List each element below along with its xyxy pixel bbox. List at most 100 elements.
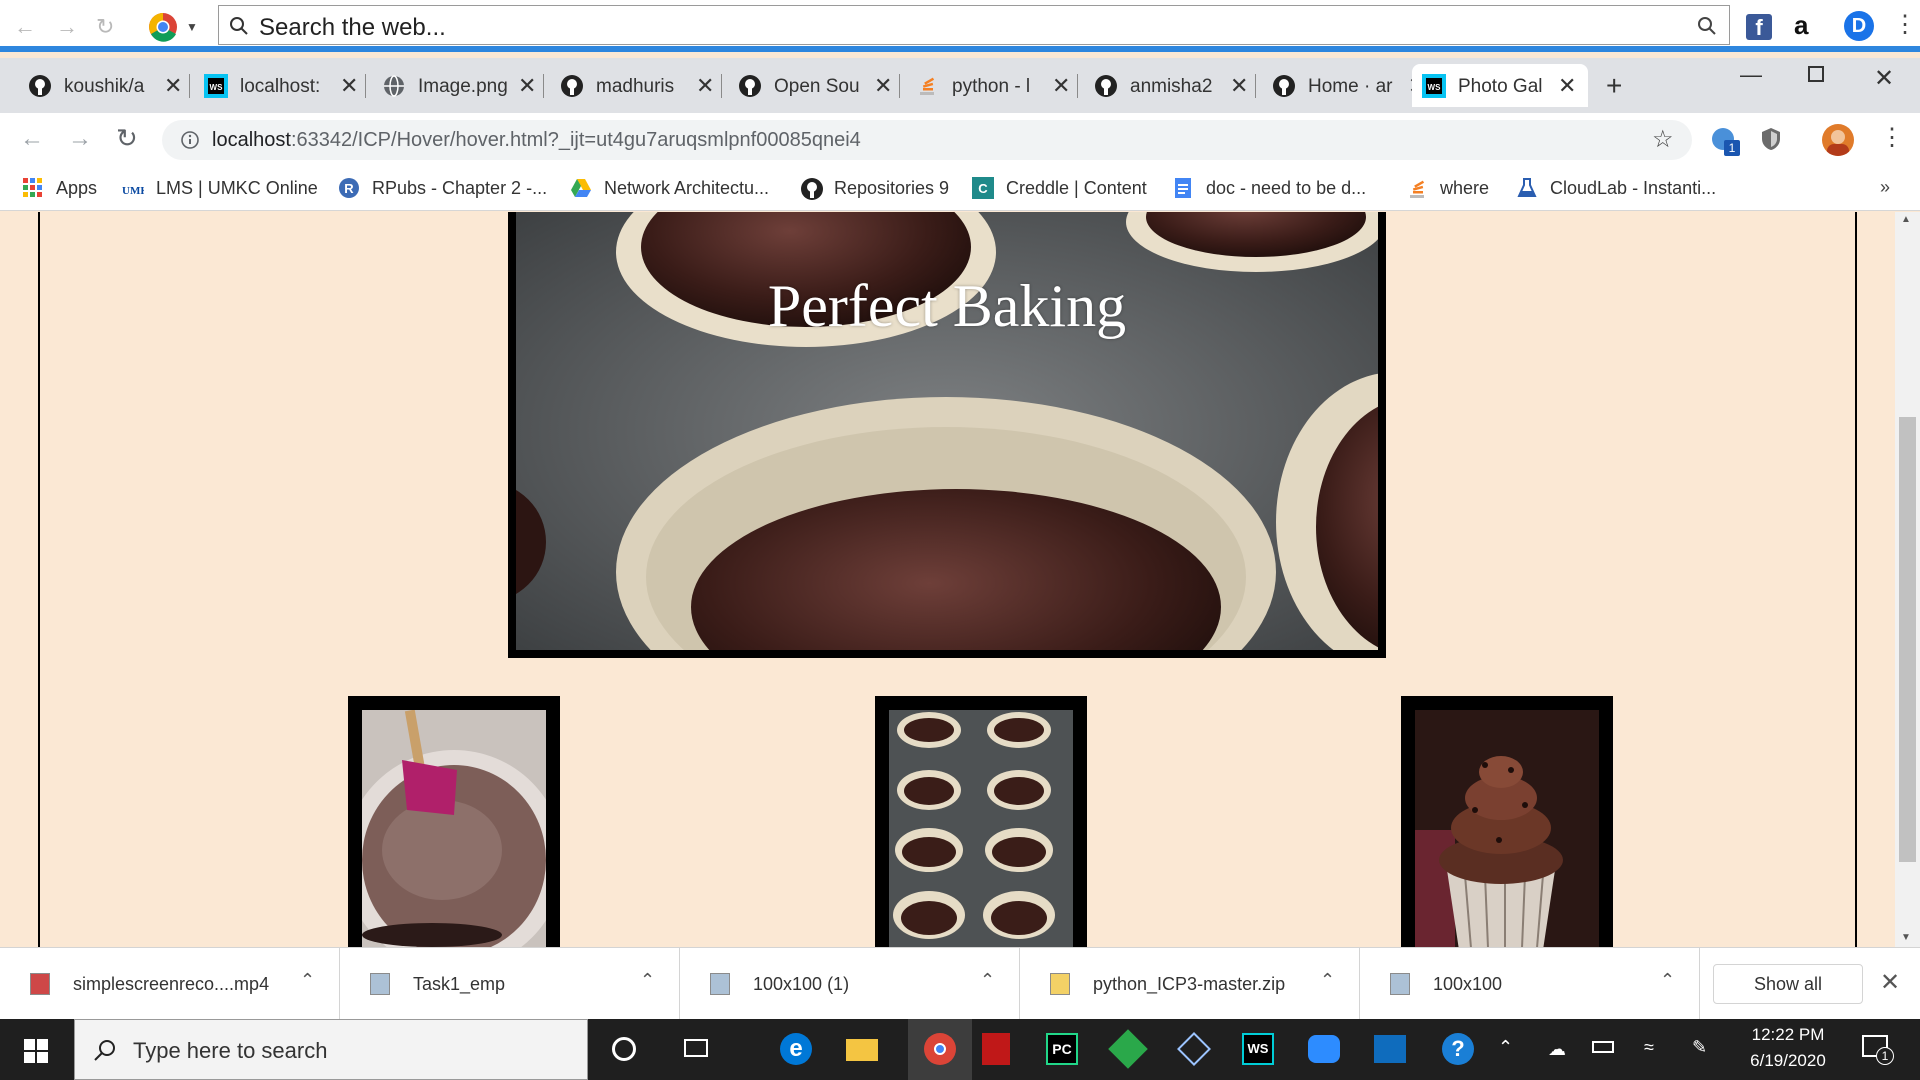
file-explorer-icon[interactable]	[844, 1031, 880, 1067]
bookmark-label: CloudLab - Instanti...	[1550, 178, 1717, 198]
wifi-icon[interactable]: ≈	[1644, 1037, 1654, 1058]
url-text: localhost:63342/ICP/Hover/hover.html?_ij…	[212, 129, 861, 152]
extension-translate-icon[interactable]: 1	[1712, 128, 1740, 156]
tab-8[interactable]: Home · ar✕	[1262, 64, 1434, 107]
new-tab-plus-icon[interactable]: +	[1606, 70, 1622, 102]
download-item[interactable]: Task1_emp ⌃	[340, 948, 680, 1020]
scroll-thumb[interactable]	[1899, 417, 1916, 862]
download-options-chevron-icon[interactable]: ⌃	[640, 970, 655, 991]
thumbnail-cupcake-tray[interactable]	[875, 696, 1087, 947]
chrome-taskbar-icon[interactable]	[908, 1019, 972, 1080]
tab-separator	[721, 74, 722, 98]
download-item[interactable]: 100x100 ⌃	[1360, 948, 1700, 1020]
tab-label: Photo Gal	[1458, 76, 1543, 97]
thumbnail-batter-bowl[interactable]	[348, 696, 560, 947]
help-icon[interactable]: ?	[1440, 1031, 1476, 1067]
info-icon[interactable]	[180, 130, 200, 150]
taskbar-search[interactable]: Type here to search	[74, 1019, 588, 1080]
web-search-field[interactable]: Search the web...	[218, 5, 1730, 45]
tab-9[interactable]: WS Photo Gal ✕	[1412, 64, 1588, 107]
forward-arrow-icon[interactable]: →	[56, 16, 78, 38]
chrome-menu-icon[interactable]: ⋮	[1880, 123, 1904, 152]
hero-image-frame[interactable]: Perfect Baking	[508, 212, 1386, 658]
tab-2[interactable]: WS localhost: ✕	[194, 64, 366, 107]
tab-7[interactable]: anmisha2 ✕	[1084, 64, 1256, 107]
mcafee-icon[interactable]	[978, 1031, 1014, 1067]
scroll-up-icon[interactable]: ▲	[1901, 214, 1911, 225]
star-bookmark-icon[interactable]: ☆	[1652, 125, 1674, 154]
stackoverflow-icon	[916, 74, 940, 98]
close-window-icon[interactable]: ✕	[1874, 64, 1894, 93]
tab-close-icon[interactable]: ✕	[340, 73, 358, 99]
reload-icon[interactable]: ↻	[96, 16, 114, 38]
tab-6[interactable]: python - l ✕	[906, 64, 1078, 107]
extension-badge: 1	[1724, 140, 1740, 156]
scroll-down-icon[interactable]: ▼	[1901, 932, 1911, 943]
close-downloads-icon[interactable]: ✕	[1880, 968, 1900, 997]
battery-icon[interactable]	[1592, 1041, 1614, 1053]
download-item[interactable]: simplescreenreco....mp4 ⌃	[0, 948, 340, 1020]
shield-icon[interactable]	[1760, 127, 1782, 151]
cortana-icon[interactable]	[606, 1031, 642, 1067]
amazon-icon[interactable]: a	[1794, 10, 1820, 40]
menu-dots-icon[interactable]: ⋮	[1893, 10, 1917, 39]
tab-label: python - l	[952, 76, 1031, 97]
bookmark-label: Creddle | Content	[1006, 178, 1147, 198]
restore-icon[interactable]	[1808, 66, 1824, 82]
tab-1[interactable]: koushik/a ✕	[18, 64, 190, 107]
more-bookmarks-icon[interactable]: »	[1880, 177, 1890, 198]
profile-d-icon[interactable]: D	[1844, 11, 1874, 41]
page-scrollbar[interactable]: ▲ ▼	[1895, 212, 1920, 947]
facebook-icon[interactable]: f	[1746, 14, 1772, 40]
green-cube-icon[interactable]	[1108, 1029, 1148, 1069]
edge-icon[interactable]: e	[778, 1031, 814, 1067]
webstorm-icon: WS	[204, 74, 228, 98]
reload-page-icon[interactable]: ↻	[116, 123, 138, 154]
magnifier-icon[interactable]	[1697, 16, 1717, 36]
virtualbox-icon[interactable]	[1176, 1031, 1212, 1067]
webstorm-taskbar-icon[interactable]: WS	[1240, 1031, 1276, 1067]
tab-label: Open Sou	[774, 76, 860, 97]
tab-close-icon[interactable]: ✕	[874, 73, 892, 99]
tab-close-icon[interactable]: ✕	[1052, 73, 1070, 99]
clock-time[interactable]: 12:22 PM	[1738, 1025, 1838, 1045]
minimize-icon[interactable]: —	[1740, 62, 1762, 88]
download-options-chevron-icon[interactable]: ⌃	[1660, 970, 1675, 991]
zip-file-icon	[1050, 973, 1070, 995]
stackoverflow-icon	[1406, 177, 1428, 199]
onedrive-icon[interactable]: ☁	[1548, 1039, 1566, 1060]
tab-5[interactable]: Open Sou ✕	[728, 64, 900, 107]
pycharm-icon[interactable]: PC	[1044, 1031, 1080, 1067]
back-icon[interactable]: ←	[20, 125, 44, 153]
tab-close-icon[interactable]: ✕	[1230, 73, 1248, 99]
download-options-chevron-icon[interactable]: ⌃	[1320, 970, 1335, 991]
forward-icon[interactable]: →	[68, 125, 92, 153]
windows-start-icon[interactable]	[24, 1039, 48, 1063]
address-bar[interactable]: localhost:63342/ICP/Hover/hover.html?_ij…	[162, 120, 1692, 160]
chevron-down-icon[interactable]: ▼	[186, 20, 198, 34]
tray-chevron-up-icon[interactable]: ⌃	[1498, 1037, 1513, 1058]
user-avatar[interactable]	[1822, 124, 1854, 156]
taskbar-search-placeholder: Type here to search	[133, 1038, 328, 1063]
tab-close-icon[interactable]: ✕	[164, 73, 182, 99]
task-view-icon[interactable]	[678, 1031, 714, 1067]
search-icon	[230, 17, 248, 35]
download-item[interactable]: 100x100 (1) ⌃	[680, 948, 1020, 1020]
pen-icon[interactable]: ✎	[1692, 1037, 1707, 1058]
notifications-icon[interactable]: 1	[1862, 1035, 1894, 1065]
download-options-chevron-icon[interactable]: ⌃	[300, 970, 315, 991]
back-arrow-icon[interactable]: ←	[14, 16, 36, 38]
tab-close-icon[interactable]: ✕	[1558, 73, 1576, 99]
photos-icon[interactable]	[1372, 1031, 1408, 1067]
thumbnail-frosted-cupcake[interactable]	[1401, 696, 1613, 947]
tab-4[interactable]: madhuris ✕	[550, 64, 722, 107]
tab-close-icon[interactable]: ✕	[696, 73, 714, 99]
tab-close-icon[interactable]: ✕	[518, 73, 536, 99]
chrome-icon[interactable]	[148, 12, 178, 42]
tab-3[interactable]: Image.png ✕	[372, 64, 544, 107]
show-all-button[interactable]: Show all	[1713, 964, 1863, 1004]
clock-date[interactable]: 6/19/2020	[1738, 1051, 1838, 1071]
zoom-icon[interactable]	[1306, 1031, 1342, 1067]
download-options-chevron-icon[interactable]: ⌃	[980, 970, 995, 991]
download-item[interactable]: python_ICP3-master.zip ⌃	[1020, 948, 1360, 1020]
